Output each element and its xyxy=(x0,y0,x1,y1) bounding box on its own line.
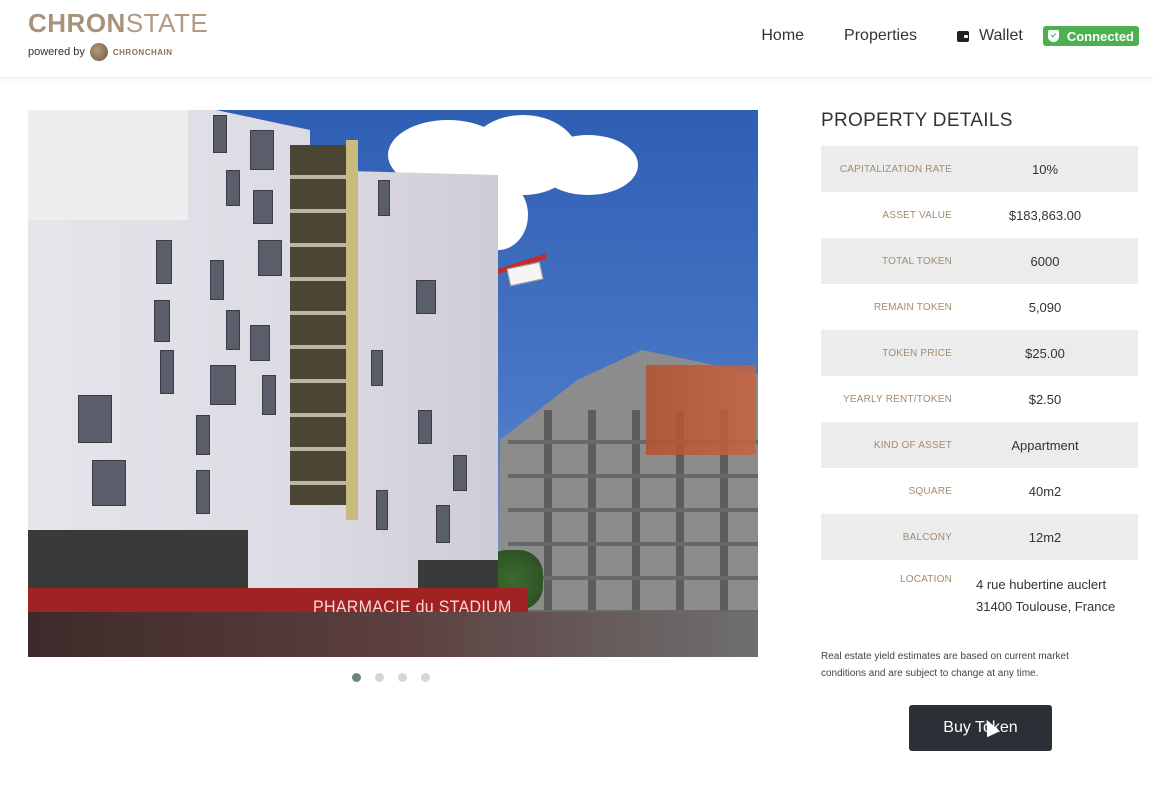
connected-label: Connected xyxy=(1066,28,1134,44)
cloud xyxy=(538,135,638,195)
connected-badge: Connected xyxy=(1042,26,1139,46)
window xyxy=(250,325,270,361)
window xyxy=(210,365,236,405)
powered-by-text: powered by xyxy=(28,46,85,58)
location-line-2: 31400 Toulouse, France xyxy=(976,599,1116,614)
detail-label: TOKEN PRICE xyxy=(882,347,952,359)
detail-value: 12m2 xyxy=(1028,529,1062,545)
detail-value: Appartment xyxy=(1011,437,1079,453)
detail-label: YEARLY RENT/TOKEN xyxy=(843,393,952,405)
window xyxy=(213,115,227,153)
detail-label: BALCONY xyxy=(902,531,952,543)
window xyxy=(226,310,240,350)
window xyxy=(253,190,273,224)
window xyxy=(196,415,210,455)
window xyxy=(92,460,126,506)
wallet-label: Wallet xyxy=(978,27,1023,44)
window xyxy=(262,375,276,415)
top-header: CHRONSTATE powered by CHRONCHAIN Home Pr… xyxy=(0,0,1153,78)
carousel-dot-4[interactable] xyxy=(421,673,430,682)
location-line-1: 4 rue hubertine auclert xyxy=(976,577,1107,592)
white-building-upper xyxy=(28,110,188,220)
nav-properties[interactable]: Properties xyxy=(844,27,917,45)
detail-value: $2.50 xyxy=(1028,391,1062,407)
detail-value: 10% xyxy=(1031,161,1059,177)
window xyxy=(160,350,174,394)
detail-value: 40m2 xyxy=(1028,483,1062,499)
carousel-dot-2[interactable] xyxy=(375,673,384,682)
window xyxy=(416,280,436,314)
property-photo[interactable]: PHARMACIE du STADIUM xyxy=(28,110,758,657)
window xyxy=(226,170,240,206)
ground-floor-glazing xyxy=(418,560,498,588)
window xyxy=(371,350,383,386)
powered-by: powered by CHRONCHAIN xyxy=(28,43,208,61)
buy-token-button[interactable]: Buy Token xyxy=(909,705,1052,751)
carousel-dots xyxy=(352,673,430,682)
detail-value: 6000 xyxy=(1030,253,1060,269)
nav-wallet[interactable]: Wallet xyxy=(956,27,1023,45)
detail-label: KIND OF ASSET xyxy=(873,439,952,451)
detail-row-location: LOCATION 4 rue hubertine auclert 31400 T… xyxy=(821,560,1138,620)
detail-label: SQUARE xyxy=(908,485,952,497)
window xyxy=(418,410,432,444)
construction-panel xyxy=(646,365,756,455)
chronchain-name: CHRONCHAIN xyxy=(112,47,173,57)
detail-row: YEARLY RENT/TOKEN $2.50 xyxy=(821,376,1138,422)
detail-row: BALCONY 12m2 xyxy=(821,514,1138,560)
details-table: CAPITALIZATION RATE 10% ASSET VALUE $183… xyxy=(821,146,1138,620)
detail-row: SQUARE 40m2 xyxy=(821,468,1138,514)
balcony-trim xyxy=(346,140,358,520)
detail-value: $25.00 xyxy=(1025,345,1065,361)
details-title: PROPERTY DETAILS xyxy=(821,110,1013,131)
window xyxy=(258,240,282,276)
window xyxy=(436,505,450,543)
detail-label: TOTAL TOKEN xyxy=(882,255,952,267)
detail-label: ASSET VALUE xyxy=(882,209,952,221)
window xyxy=(196,470,210,514)
main-nav: Home Properties Wallet Connected xyxy=(761,24,1139,48)
property-details-panel: PROPERTY DETAILS CAPITALIZATION RATE 10%… xyxy=(821,110,1138,682)
window xyxy=(210,260,224,300)
carousel-dot-1[interactable] xyxy=(352,673,361,682)
shield-check-icon xyxy=(1047,30,1059,42)
ground-floor-glazing xyxy=(28,530,248,588)
location-value: 4 rue hubertine auclert 31400 Toulouse, … xyxy=(952,574,1138,618)
window xyxy=(250,130,274,170)
detail-row: CAPITALIZATION RATE 10% xyxy=(821,146,1138,192)
window xyxy=(78,395,112,443)
location-label: LOCATION xyxy=(900,574,952,585)
disclaimer-line-2: conditions and are subject to change at … xyxy=(821,668,1039,679)
detail-row: REMAIN TOKEN 5,090 xyxy=(821,284,1138,330)
detail-row: KIND OF ASSET Appartment xyxy=(821,422,1138,468)
street-level xyxy=(28,612,758,657)
window xyxy=(156,240,172,284)
window xyxy=(376,490,388,530)
window xyxy=(378,180,390,216)
detail-row: TOKEN PRICE $25.00 xyxy=(821,330,1138,376)
nav-home[interactable]: Home xyxy=(761,27,804,45)
window xyxy=(453,455,467,491)
yield-disclaimer: Real estate yield estimates are based on… xyxy=(821,648,1138,682)
detail-label: REMAIN TOKEN xyxy=(873,301,952,313)
carousel-dot-3[interactable] xyxy=(398,673,407,682)
chronchain-logo-icon xyxy=(89,43,108,61)
window xyxy=(154,300,170,342)
detail-value: 5,090 xyxy=(1028,299,1062,315)
logo-wordmark: CHRONSTATE xyxy=(28,8,209,38)
balcony-column xyxy=(290,145,352,505)
detail-row: TOTAL TOKEN 6000 xyxy=(821,238,1138,284)
detail-row: ASSET VALUE $183,863.00 xyxy=(821,192,1138,238)
brand-logo[interactable]: CHRONSTATE powered by CHRONCHAIN xyxy=(28,8,208,61)
wallet-icon xyxy=(956,30,969,42)
detail-label: CAPITALIZATION RATE xyxy=(839,163,952,175)
disclaimer-line-1: Real estate yield estimates are based on… xyxy=(821,651,1069,662)
detail-value: $183,863.00 xyxy=(1008,207,1082,223)
